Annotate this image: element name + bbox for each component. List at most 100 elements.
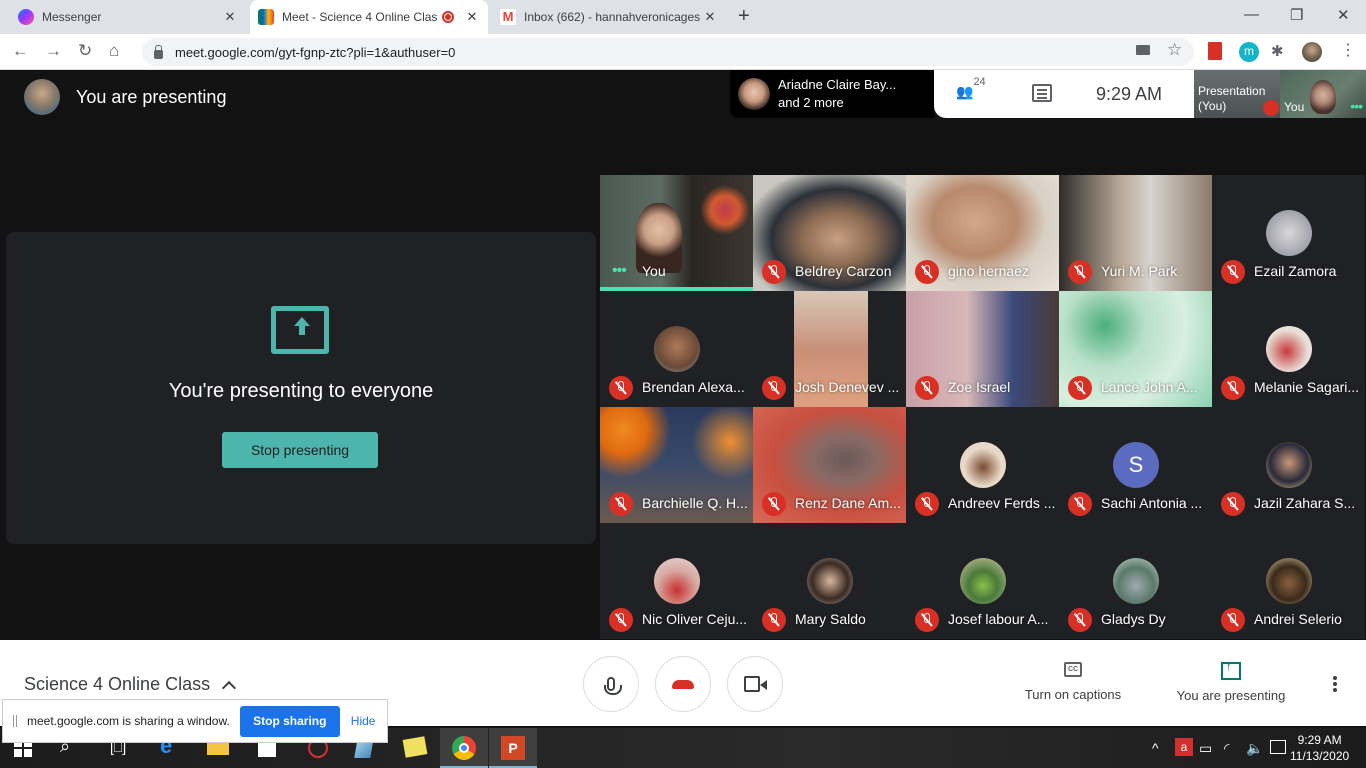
presenter-name: Ariadne Claire Bay... (778, 77, 897, 92)
microphone-button[interactable] (583, 656, 639, 712)
notifications-icon[interactable] (1270, 740, 1286, 754)
participant-avatar (738, 78, 770, 110)
participant-tile[interactable]: Jazil Zahara S... (1212, 407, 1365, 523)
participant-tile[interactable]: Brendan Alexa... (600, 291, 753, 407)
participant-tile[interactable]: Lance John A... (1059, 291, 1212, 407)
participant-tile[interactable]: Beldrey Carzon (753, 175, 906, 291)
participant-tile[interactable]: Gladys Dy (1059, 523, 1212, 639)
red-book-extension-icon[interactable] (1208, 42, 1222, 60)
participant-tile[interactable]: Yuri M. Park (1059, 175, 1212, 291)
chevron-up-icon (222, 680, 237, 695)
participant-tile[interactable]: Josh Denevev ... (753, 291, 906, 407)
mini-tile-self[interactable]: You ••• (1280, 70, 1366, 118)
powerpoint-icon[interactable]: P (501, 736, 525, 760)
participant-tile[interactable]: Mary Saldo (753, 523, 906, 639)
close-tab-icon[interactable]: ✕ (222, 9, 238, 25)
tab-meet[interactable]: Meet - Science 4 Online Clas ✕ (250, 0, 488, 34)
video-camera-icon (744, 676, 767, 692)
leave-call-button[interactable] (655, 656, 711, 712)
participant-name: Barchielle Q. H... (642, 495, 748, 511)
show-hidden-icons-chevron[interactable]: ^ (1152, 740, 1159, 756)
kebab-menu-icon[interactable]: ⋮ (1340, 42, 1360, 62)
new-tab-button[interactable]: + (738, 5, 750, 28)
reload-button[interactable]: ↻ (78, 41, 92, 61)
google-meet-icon (258, 9, 274, 25)
participant-tile[interactable]: Melanie Sagari... (1212, 291, 1365, 407)
present-button[interactable]: You are presenting (1170, 661, 1292, 703)
mic-off-icon (1068, 260, 1092, 284)
participant-avatar (654, 558, 700, 604)
presenting-message: You're presenting to everyone (168, 380, 434, 402)
microphone-icon (604, 677, 622, 695)
profile-avatar[interactable] (1302, 42, 1322, 62)
participant-avatar (1113, 558, 1159, 604)
star-icon[interactable]: ☆ (1167, 40, 1187, 60)
chat-icon[interactable] (1032, 84, 1052, 102)
participant-avatar (960, 558, 1006, 604)
participant-initial-avatar: S (1113, 442, 1159, 488)
participant-tile[interactable]: S Sachi Antonia ... (1059, 407, 1212, 523)
volume-icon[interactable]: 🔈 (1246, 740, 1263, 757)
camera-icon[interactable] (1136, 45, 1150, 55)
drag-handle-icon[interactable] (13, 715, 17, 727)
more-options-icon[interactable] (1333, 676, 1337, 680)
minimize-button[interactable]: — (1244, 6, 1259, 23)
url-text[interactable]: meet.google.com/gyt-fgnp-ztc?pli=1&authu… (175, 45, 455, 60)
participant-avatar (1266, 210, 1312, 256)
close-tab-icon[interactable]: ✕ (464, 9, 480, 25)
system-clock[interactable]: 9:29 AM 11/13/2020 (1290, 732, 1349, 764)
sticky-notes-icon[interactable] (402, 736, 428, 758)
close-window-button[interactable]: ✕ (1337, 6, 1350, 24)
more-options-icon[interactable]: ••• (1350, 98, 1363, 114)
participant-avatar (960, 442, 1006, 488)
presenter-info[interactable]: Ariadne Claire Bay... and 2 more (730, 70, 934, 118)
forward-button[interactable]: → (45, 41, 62, 61)
participant-tile[interactable]: Renz Dane Am... (753, 407, 906, 523)
people-count: 24 (973, 76, 986, 88)
tab-label: Messenger (42, 10, 102, 24)
captions-button[interactable]: CC Turn on captions (1016, 662, 1130, 702)
antivirus-tray-icon[interactable]: a (1175, 738, 1193, 756)
mic-off-icon (762, 608, 786, 632)
restore-button[interactable]: ❐ (1290, 6, 1303, 24)
participant-name: Sachi Antonia ... (1101, 495, 1203, 511)
meeting-details-toggle[interactable]: Science 4 Online Class (24, 674, 237, 695)
chrome-icon[interactable] (452, 736, 476, 760)
participant-tile[interactable]: Barchielle Q. H... (600, 407, 753, 523)
participant-tile[interactable]: Josef labour A... (906, 523, 1059, 639)
battery-icon[interactable]: ▭ (1199, 740, 1212, 757)
puzzle-icon[interactable]: ✱ (1271, 42, 1291, 62)
stop-presenting-button[interactable]: Stop presenting (222, 432, 378, 468)
muted-speaker-icon (1263, 100, 1279, 116)
participant-name: Josh Denevev ... (795, 379, 900, 395)
close-tab-icon[interactable]: ✕ (702, 9, 718, 25)
m-extension-icon[interactable]: m (1239, 42, 1259, 62)
meet-stage: You are presenting Ariadne Claire Bay...… (0, 70, 1366, 640)
participant-name: Josef labour A... (948, 611, 1049, 627)
address-bar[interactable]: meet.google.com/gyt-fgnp-ztc?pli=1&authu… (142, 38, 1194, 66)
participant-tile[interactable]: Ezail Zamora (1212, 175, 1365, 291)
participant-avatar (807, 558, 853, 604)
mic-off-icon (609, 492, 633, 516)
wifi-icon[interactable]: ◜ (1224, 740, 1229, 757)
back-button[interactable]: ← (12, 41, 29, 61)
hide-notice-link[interactable]: Hide (351, 714, 376, 728)
present-screen-icon (271, 306, 329, 354)
people-button[interactable]: 👥24 (956, 76, 986, 101)
participant-tile[interactable]: Andrei Selerio (1212, 523, 1365, 639)
stop-sharing-button[interactable]: Stop sharing (239, 705, 340, 737)
participant-tile[interactable]: Nic Oliver Ceju... (600, 523, 753, 639)
participant-tile[interactable]: Andreev Ferds ... (906, 407, 1059, 523)
home-button[interactable]: ⌂ (109, 41, 119, 61)
participant-tile[interactable]: Zoe Israel (906, 291, 1059, 407)
participant-tile[interactable]: gino hernaez (906, 175, 1059, 291)
camera-button[interactable] (727, 656, 783, 712)
lock-icon[interactable] (154, 44, 163, 59)
participant-name: Mary Saldo (795, 611, 866, 627)
mic-off-icon (1221, 608, 1245, 632)
participant-tile[interactable]: ••• You (600, 175, 753, 291)
meeting-title: Science 4 Online Class (24, 674, 211, 694)
tab-gmail[interactable]: M Inbox (662) - hannahveronicages ✕ (492, 0, 726, 34)
participant-avatar (654, 326, 700, 372)
tab-messenger[interactable]: Messenger ✕ (10, 0, 246, 34)
